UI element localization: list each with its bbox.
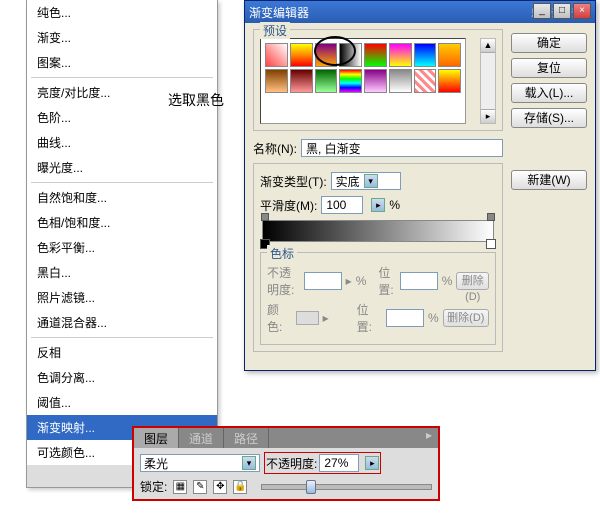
preset-label: 预设 <box>260 22 290 39</box>
color-stop-right[interactable] <box>486 239 496 249</box>
preset-swatch[interactable] <box>290 43 313 67</box>
tab-layers[interactable]: 图层 <box>134 428 179 448</box>
type-label: 渐变类型(T): <box>260 173 327 190</box>
lock-label: 锁定: <box>140 478 167 495</box>
opacity-highlight: 不透明度: ▸ <box>264 452 381 474</box>
smooth-stepper-icon[interactable]: ▸ <box>371 198 385 212</box>
menu-item[interactable]: 曝光度... <box>27 155 217 180</box>
menu-item[interactable]: 色阶... <box>27 105 217 130</box>
new-button[interactable]: 新建(W) <box>511 170 587 190</box>
smooth-label: 平滑度(M): <box>260 197 317 214</box>
layer-opacity-input[interactable] <box>319 454 359 472</box>
menu-item[interactable]: 反相 <box>27 340 217 365</box>
preset-swatch[interactable] <box>339 43 362 67</box>
menu-item[interactable]: 黑白... <box>27 260 217 285</box>
ok-button[interactable]: 确定 <box>511 33 587 53</box>
preset-swatch[interactable] <box>315 69 338 93</box>
delete-opacity-button[interactable]: 删除(D) <box>456 272 489 290</box>
menu-item[interactable]: 纯色... <box>27 0 217 25</box>
menu-item[interactable]: 阈值... <box>27 390 217 415</box>
chevron-down-icon: ▾ <box>364 174 378 188</box>
panel-tabs: 图层 通道 路径 ▸ <box>134 428 438 448</box>
gradient-bar[interactable] <box>262 220 494 242</box>
maximize-button[interactable]: □ <box>553 3 571 19</box>
blend-mode-value: 柔光 <box>144 455 238 472</box>
type-value: 实底 <box>336 173 360 190</box>
opacity-input[interactable] <box>304 272 342 290</box>
opacity-stepper-icon[interactable]: ▸ <box>365 456 379 470</box>
name-label: 名称(N): <box>253 140 297 157</box>
lock-all-icon[interactable]: 🔒 <box>233 480 247 494</box>
layers-panel: 图层 通道 路径 ▸ 柔光 ▾ 不透明度: ▸ 锁定: ▦ ✎ ✥ 🔒 <box>132 426 440 501</box>
preset-swatch[interactable] <box>389 43 412 67</box>
lock-pixels-icon[interactable]: ✎ <box>193 480 207 494</box>
preset-swatch[interactable] <box>414 43 437 67</box>
slider-thumb[interactable] <box>306 480 316 494</box>
color-label: 颜色: <box>267 301 292 335</box>
preset-swatch[interactable] <box>438 69 461 93</box>
panel-menu-icon[interactable]: ▸ <box>420 428 438 448</box>
delete-color-button[interactable]: 删除(D) <box>443 309 489 327</box>
stops-label: 色标 <box>267 245 297 262</box>
gradient-editor-dialog: 渐变编辑器 思维设计论坛 _ □ × 预设 ▲ ▸ 名称(N): <box>244 0 596 371</box>
gradient-settings-group: 渐变类型(T): 实底 ▾ 平滑度(M): ▸ % <box>253 163 503 352</box>
menu-item[interactable]: 照片滤镜... <box>27 285 217 310</box>
color-stepper-icon: ▸ <box>323 311 329 325</box>
close-button[interactable]: × <box>573 3 591 19</box>
menu-item[interactable]: 自然饱和度... <box>27 185 217 210</box>
scroll-up-icon[interactable]: ▲ <box>481 39 495 53</box>
opacity-stop-left[interactable] <box>261 213 269 221</box>
menu-item[interactable]: 渐变... <box>27 25 217 50</box>
preset-swatch[interactable] <box>339 69 362 93</box>
position-input-1[interactable] <box>400 272 438 290</box>
preset-swatch[interactable] <box>414 69 437 93</box>
dialog-title: 渐变编辑器 <box>249 4 309 21</box>
lock-position-icon[interactable]: ✥ <box>213 480 227 494</box>
position-label-2: 位置: <box>357 301 382 335</box>
chevron-down-icon: ▾ <box>242 456 256 470</box>
load-button[interactable]: 载入(L)... <box>511 83 587 103</box>
layer-opacity-label: 不透明度: <box>266 455 317 472</box>
color-swatch[interactable] <box>296 311 318 325</box>
menu-item[interactable]: 图案... <box>27 50 217 75</box>
preset-swatch[interactable] <box>364 69 387 93</box>
menu-item[interactable]: 色相/饱和度... <box>27 210 217 235</box>
adjustment-menu[interactable]: 纯色...渐变...图案... 亮度/对比度...色阶...曲线...曝光度...… <box>26 0 218 488</box>
menu-item[interactable]: 亮度/对比度... <box>27 80 217 105</box>
preset-grid[interactable] <box>260 38 466 124</box>
menu-item[interactable]: 通道混合器... <box>27 310 217 335</box>
preset-swatch[interactable] <box>265 69 288 93</box>
preset-swatch[interactable] <box>290 69 313 93</box>
tab-channels[interactable]: 通道 <box>179 428 224 448</box>
opacity-stepper-icon: ▸ <box>346 274 352 288</box>
opacity-stop-right[interactable] <box>487 213 495 221</box>
smooth-pct: % <box>389 198 400 212</box>
cancel-button[interactable]: 复位 <box>511 58 587 78</box>
tab-paths[interactable]: 路径 <box>224 428 269 448</box>
preset-swatch[interactable] <box>364 43 387 67</box>
preset-group: 预设 ▲ ▸ <box>253 29 503 131</box>
scroll-menu-icon[interactable]: ▸ <box>481 109 495 123</box>
menu-item[interactable]: 曲线... <box>27 130 217 155</box>
minimize-button[interactable]: _ <box>533 3 551 19</box>
position-label-1: 位置: <box>378 264 395 298</box>
smooth-input[interactable] <box>321 196 363 214</box>
menu-item[interactable]: 色调分离... <box>27 365 217 390</box>
blend-mode-dropdown[interactable]: 柔光 ▾ <box>140 454 260 472</box>
opacity-label: 不透明度: <box>267 264 300 298</box>
stops-group: 色标 不透明度: ▸ % 位置: % 删除(D) 颜色: ▸ <box>260 252 496 345</box>
save-button[interactable]: 存储(S)... <box>511 108 587 128</box>
menu-items: 纯色...渐变...图案... 亮度/对比度...色阶...曲线...曝光度...… <box>27 0 217 465</box>
preset-swatch[interactable] <box>389 69 412 93</box>
preset-swatch[interactable] <box>315 43 338 67</box>
fill-slider[interactable] <box>261 484 432 490</box>
preset-swatch[interactable] <box>438 43 461 67</box>
lock-transparency-icon[interactable]: ▦ <box>173 480 187 494</box>
position-input-2[interactable] <box>386 309 424 327</box>
preset-swatch[interactable] <box>265 43 288 67</box>
type-dropdown[interactable]: 实底 ▾ <box>331 172 401 190</box>
menu-item[interactable]: 色彩平衡... <box>27 235 217 260</box>
name-input[interactable] <box>301 139 503 157</box>
preset-scrollbar[interactable]: ▲ ▸ <box>480 38 496 124</box>
